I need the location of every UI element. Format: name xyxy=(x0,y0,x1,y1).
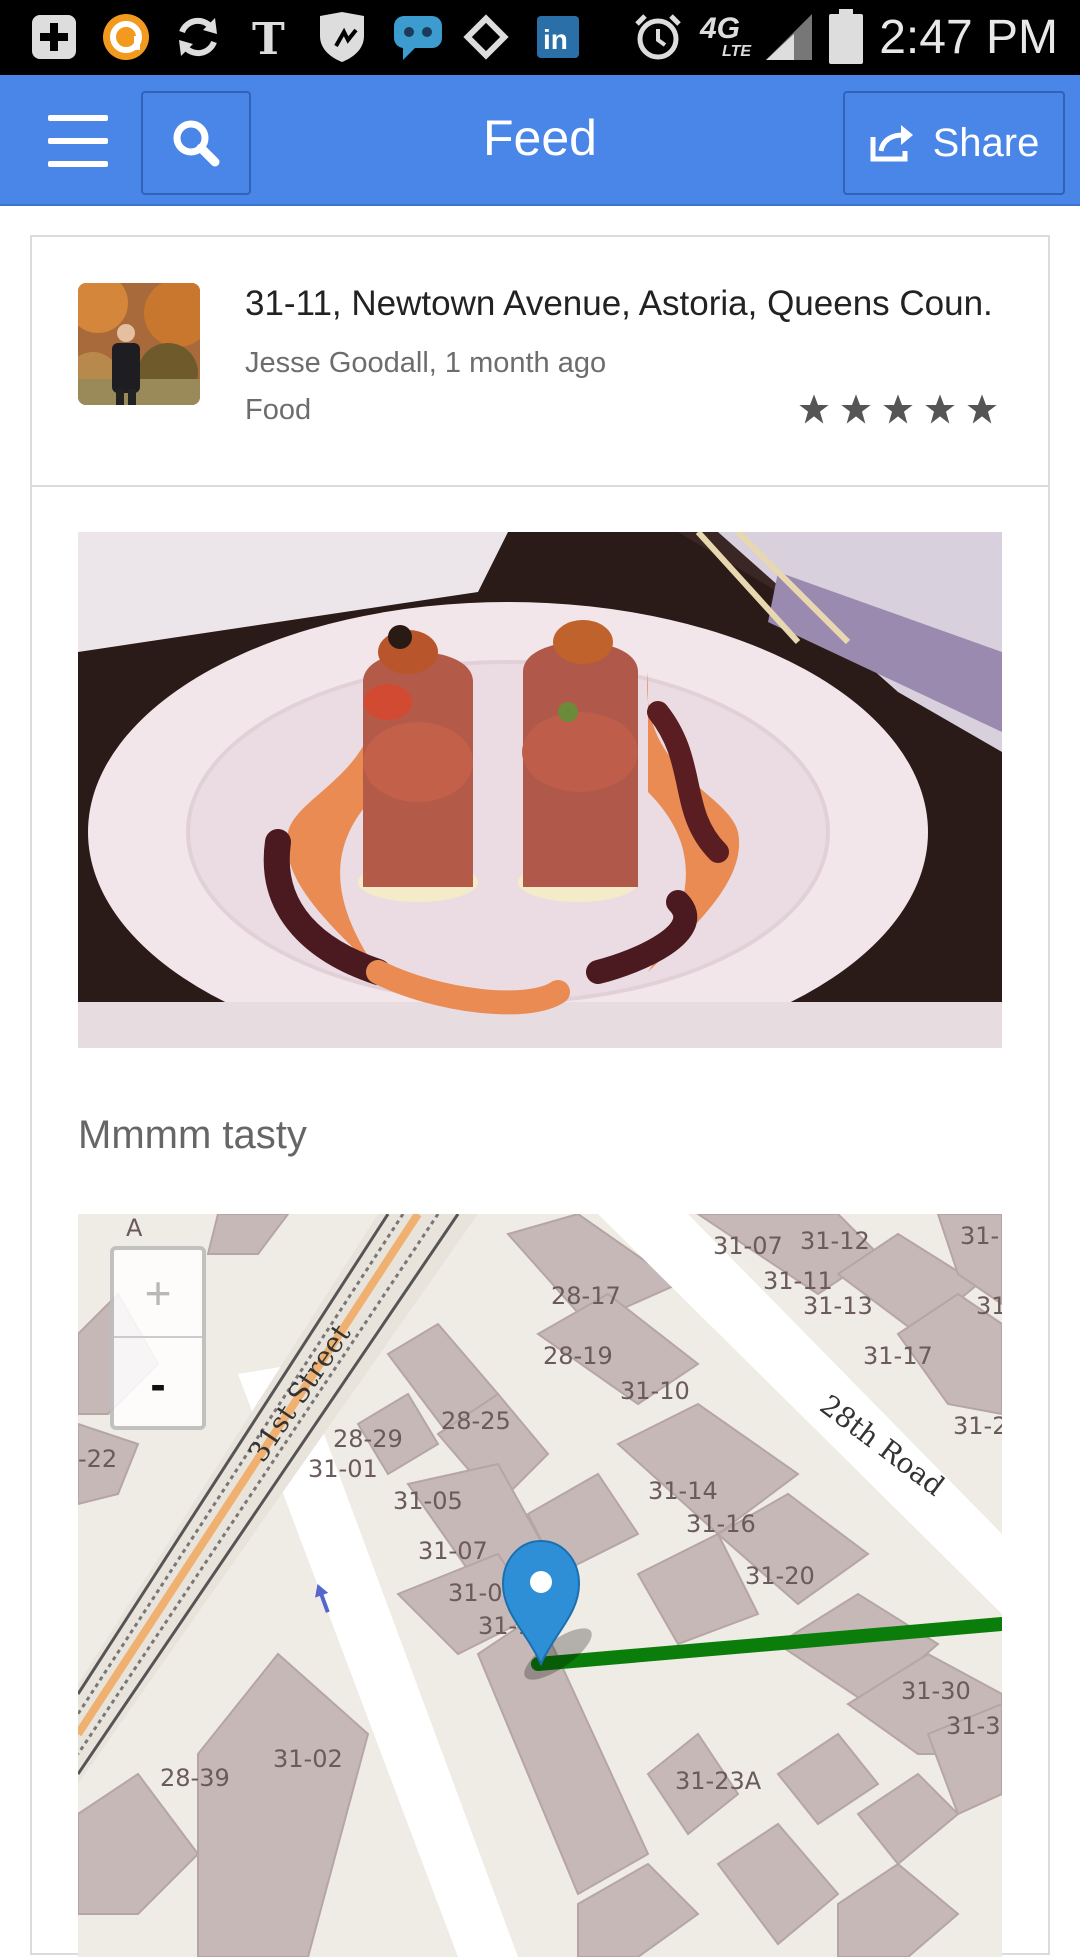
rating-stars xyxy=(794,389,1002,429)
search-button[interactable] xyxy=(141,91,251,195)
building-label: 28-25 xyxy=(441,1407,511,1435)
building-label: 31-2 xyxy=(953,1412,1002,1440)
star-icon xyxy=(962,389,1002,429)
building-label: 31-23A xyxy=(675,1767,762,1795)
star-icon xyxy=(920,389,960,429)
building-label: 28-17 xyxy=(551,1282,621,1310)
building-label: 31-07 xyxy=(418,1537,488,1565)
zoom-in-button[interactable]: + xyxy=(114,1250,202,1338)
share-icon xyxy=(870,125,913,162)
building-label: 31-02 xyxy=(273,1745,343,1773)
star-icon xyxy=(878,389,918,429)
sync-icon xyxy=(170,12,226,62)
building-label: 31-05 xyxy=(393,1487,463,1515)
building-label: 31-30 xyxy=(901,1677,971,1705)
building-label: 31-17 xyxy=(863,1342,933,1370)
post-address[interactable]: 31-11, Newtown Avenue, Astoria, Queens C… xyxy=(245,281,1045,327)
star-icon xyxy=(794,389,834,429)
building-label: 31-11 xyxy=(763,1267,833,1295)
building-label: 31-01 xyxy=(308,1455,378,1483)
building-label: 31-13 xyxy=(803,1292,873,1320)
avatar[interactable] xyxy=(78,283,200,405)
location-map[interactable]: 31st Street 28th Road 31-07 31-12 31-11 … xyxy=(78,1214,1002,1957)
network-indicator: 4G LTE xyxy=(700,12,752,60)
building-label: -22 xyxy=(78,1445,117,1473)
chat-bubble-icon xyxy=(388,12,448,62)
star-icon xyxy=(836,389,876,429)
clock: 2:47 PM xyxy=(879,11,1058,64)
search-icon xyxy=(173,120,220,167)
building-label: 31-07 xyxy=(713,1232,783,1260)
shield-icon xyxy=(312,12,372,62)
menu-button[interactable] xyxy=(30,103,126,179)
badge-icon xyxy=(458,12,514,62)
app-bar: Feed Share xyxy=(0,75,1080,206)
share-label: Share xyxy=(932,120,1040,165)
building-label: 28-39 xyxy=(160,1764,230,1792)
building-label: 31-14 xyxy=(648,1477,718,1505)
menu-icon xyxy=(48,115,108,121)
zoom-control: + - xyxy=(110,1246,206,1430)
share-button[interactable]: Share xyxy=(843,91,1065,195)
circle-app-icon xyxy=(98,12,154,62)
svg-text:T: T xyxy=(252,14,285,62)
building-label: 31-3 xyxy=(946,1712,1000,1740)
post-caption: Mmmm tasty xyxy=(78,1113,307,1157)
building-label: 31- xyxy=(960,1222,999,1250)
signal-icon xyxy=(764,12,814,62)
post-category: Food xyxy=(245,394,312,426)
battery-icon xyxy=(826,9,866,64)
building-label: 31 xyxy=(976,1292,1002,1320)
linkedin-icon: in xyxy=(532,12,584,62)
zoom-out-button[interactable]: - xyxy=(114,1340,202,1428)
building-label: 28-29 xyxy=(333,1425,403,1453)
alarm-icon xyxy=(630,12,686,62)
building-label: 31-12 xyxy=(800,1227,870,1255)
building-label: A xyxy=(126,1214,143,1242)
card-header: 31-11, Newtown Avenue, Astoria, Queens C… xyxy=(32,237,1048,487)
building-label: 31-10 xyxy=(620,1377,690,1405)
post-author-time: Jesse Goodall, 1 month ago xyxy=(245,347,607,379)
nyt-icon: T xyxy=(242,12,298,62)
building-label: 31-20 xyxy=(745,1562,815,1590)
post-photo[interactable] xyxy=(78,532,1002,1048)
add-icon xyxy=(26,12,82,62)
building-label: 28-19 xyxy=(543,1342,613,1370)
status-bar: T in 4G LTE 2:47 PM xyxy=(0,0,1080,75)
building-label: 31-16 xyxy=(686,1510,756,1538)
feed-card[interactable]: 31-11, Newtown Avenue, Astoria, Queens C… xyxy=(30,235,1050,1957)
svg-text:in: in xyxy=(543,24,568,55)
